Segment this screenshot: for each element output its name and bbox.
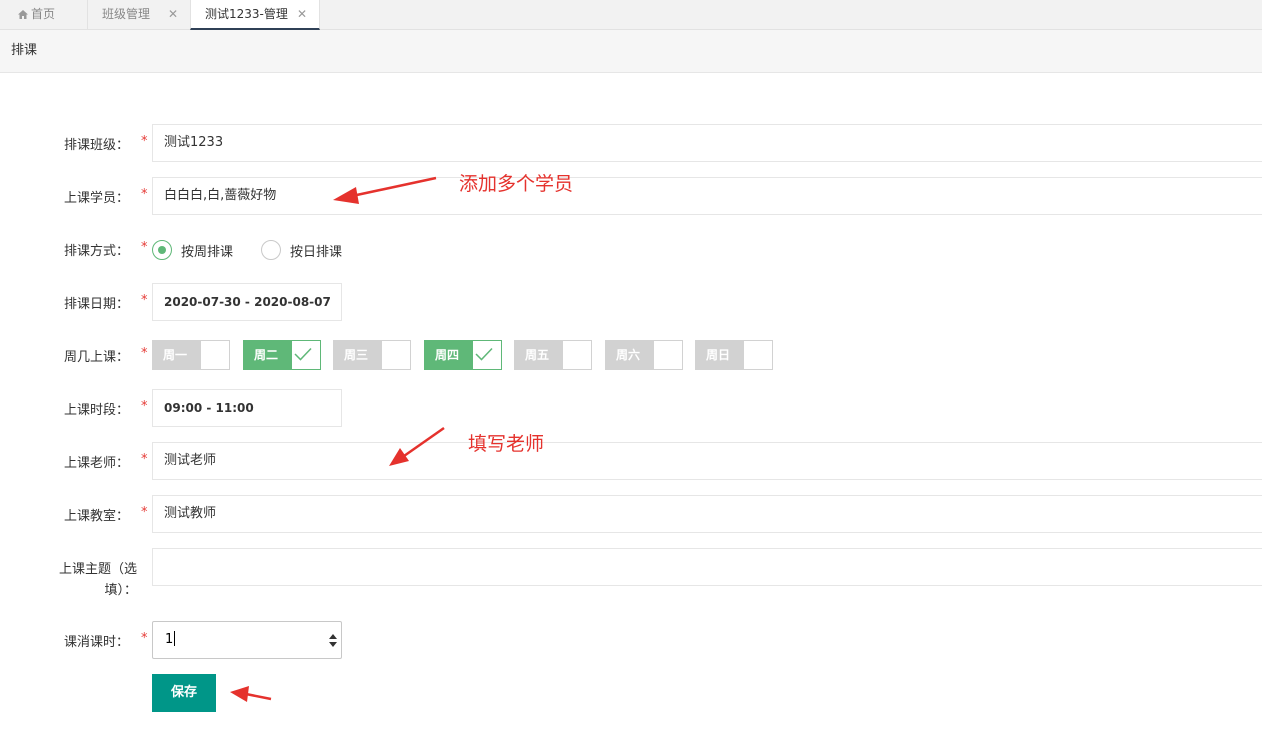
arrow-icon — [333, 176, 437, 204]
annotation-arrows — [230, 176, 445, 702]
arrow-icon — [230, 686, 272, 702]
arrow-icon — [389, 426, 445, 466]
